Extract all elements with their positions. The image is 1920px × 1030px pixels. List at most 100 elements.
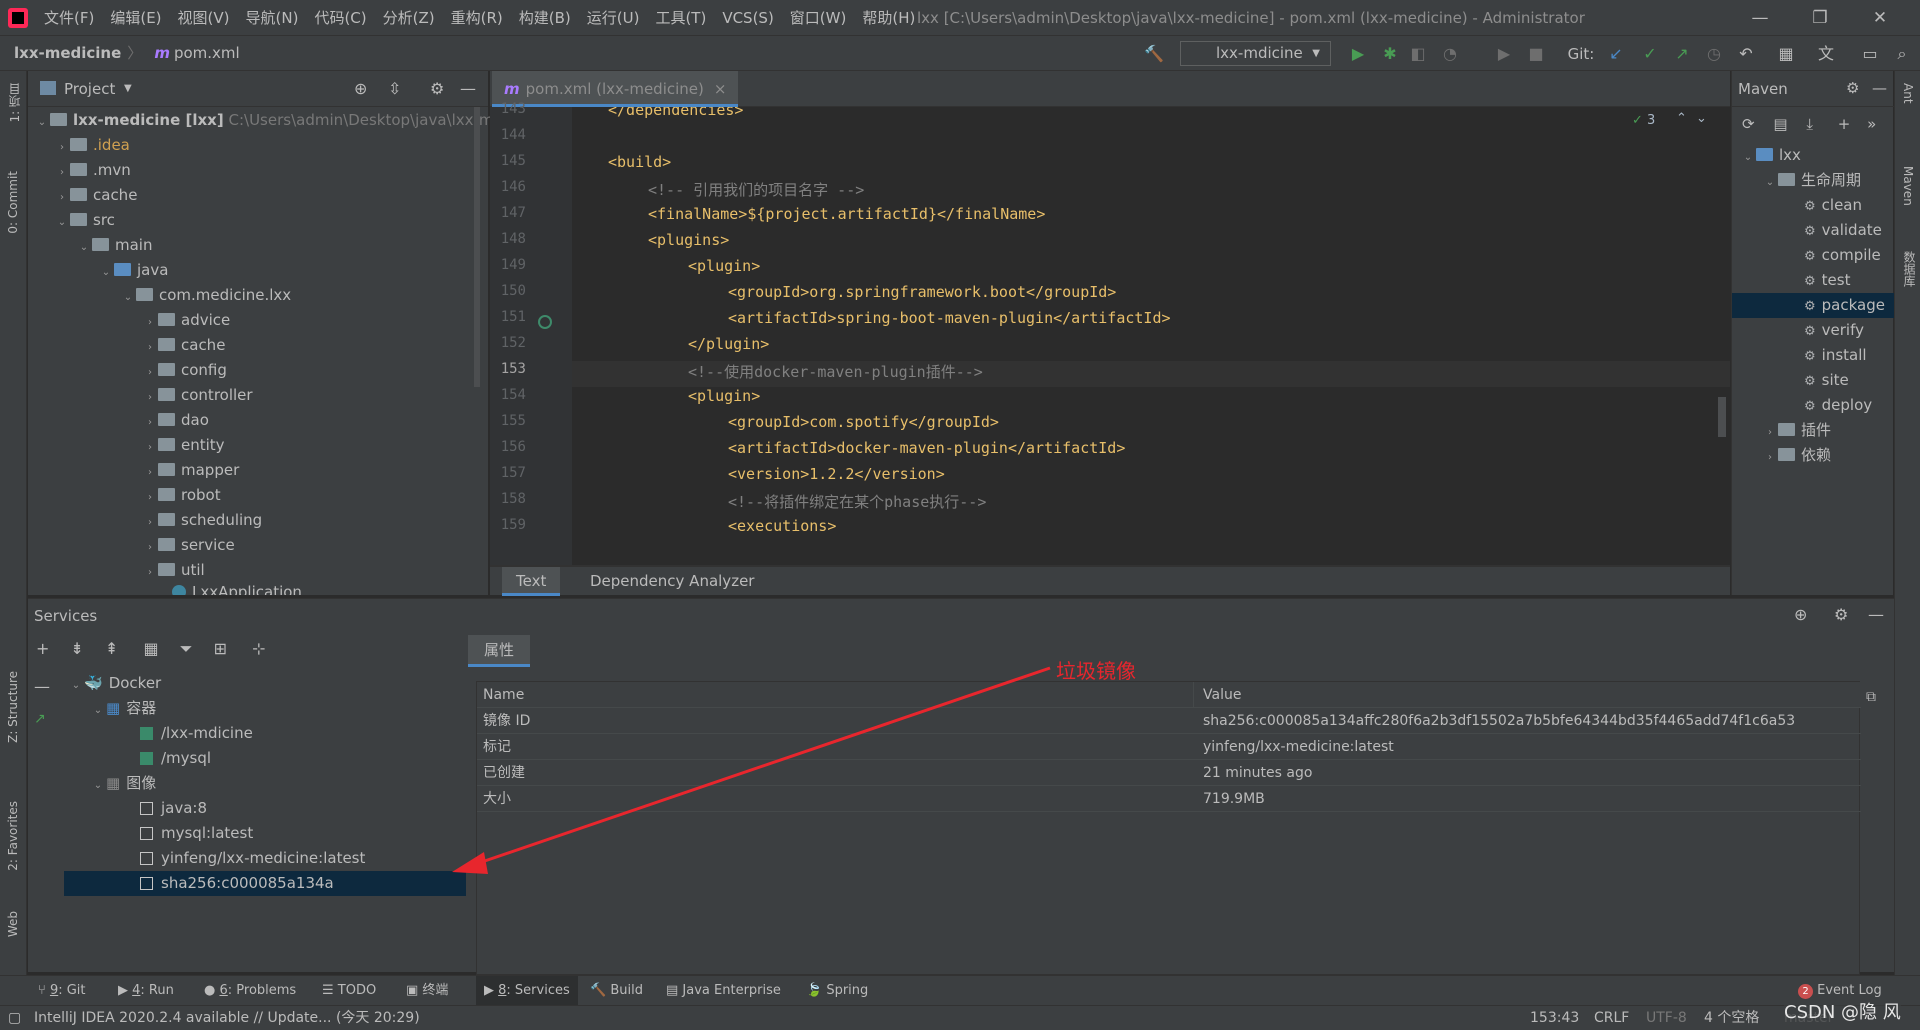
tree-item-idea[interactable]: › .idea: [54, 133, 130, 158]
tree-image-lxx[interactable]: yinfeng/lxx-medicine:latest: [140, 846, 365, 871]
tree-item-cache-pkg[interactable]: › cache: [142, 333, 225, 358]
new-tab-icon[interactable]: ⊞: [214, 639, 227, 658]
debug-icon[interactable]: ✱: [1380, 44, 1400, 64]
tree-item-advice[interactable]: › advice: [142, 308, 230, 333]
tab-git[interactable]: ⑂ 9: Git: [38, 976, 86, 1006]
status-layout-icon[interactable]: ▢: [8, 1006, 21, 1030]
editor-tab-pom[interactable]: m pom.xml (lxx-medicine) ×: [492, 71, 739, 107]
plus-icon[interactable]: +: [1838, 115, 1851, 133]
maven-plugins[interactable]: › 插件: [1762, 418, 1831, 443]
status-line-separator[interactable]: CRLF: [1594, 1006, 1629, 1030]
table-row[interactable]: 标记 yinfeng/lxx-medicine:latest: [477, 734, 1861, 760]
git-update-icon[interactable]: ↙: [1606, 44, 1626, 64]
translate-icon[interactable]: 文: [1816, 44, 1836, 64]
maven-phase-clean[interactable]: ⚙ clean: [1804, 193, 1862, 218]
tree-item-java[interactable]: ⌄ java: [98, 258, 169, 283]
column-value[interactable]: Value: [1203, 682, 1241, 708]
tab-services[interactable]: ▶ 8: Services: [476, 976, 578, 1006]
tree-item-mvn[interactable]: › .mvn: [54, 158, 131, 183]
group-icon[interactable]: ▦: [144, 639, 159, 658]
editor-scrollbar[interactable]: [1718, 397, 1726, 437]
tool-maven[interactable]: Maven: [1901, 166, 1915, 206]
tool-structure[interactable]: Z: Structure: [6, 671, 20, 743]
tree-image-dangling[interactable]: sha256:c000085a134a: [140, 871, 334, 896]
menu-run[interactable]: 运行(U): [579, 0, 648, 36]
tool-web[interactable]: Web: [6, 911, 20, 937]
status-encoding[interactable]: UTF-8: [1646, 1006, 1687, 1030]
chevron-up-icon[interactable]: ⌃: [1676, 111, 1687, 126]
menu-analyze[interactable]: 分析(Z): [375, 0, 443, 36]
breadcrumb-project[interactable]: lxx-medicine: [14, 44, 121, 62]
tree-image-java[interactable]: java:8: [140, 796, 207, 821]
tree-item-dao[interactable]: › dao: [142, 408, 209, 433]
tab-problems[interactable]: ● 6: Problems: [204, 976, 296, 1006]
tab-run[interactable]: ▶ 4: Run: [118, 976, 174, 1006]
menu-vcs[interactable]: VCS(S): [714, 0, 781, 36]
tree-item-src[interactable]: ⌄ src: [54, 208, 115, 233]
tab-terminal[interactable]: ▣ 终端: [406, 976, 448, 1006]
tool-favorites[interactable]: 2: Favorites: [6, 801, 20, 871]
menu-file[interactable]: 文件(F): [36, 0, 102, 36]
tab-spring[interactable]: 🍃 Spring: [806, 976, 868, 1006]
more-icon[interactable]: »: [1867, 115, 1876, 133]
status-indent[interactable]: 4 个空格: [1704, 1006, 1759, 1030]
maven-phase-deploy[interactable]: ⚙ deploy: [1804, 393, 1872, 418]
gear-icon[interactable]: ⚙: [430, 79, 444, 98]
search-icon[interactable]: ⌕: [1892, 44, 1912, 64]
gear-icon[interactable]: ⚙: [1834, 605, 1848, 624]
plus-icon[interactable]: +: [36, 639, 49, 658]
menu-code[interactable]: 代码(C): [306, 0, 374, 36]
table-row[interactable]: 镜像 ID sha256:c000085a134affc280f6a2b3df15…: [477, 708, 1861, 734]
git-commit-icon[interactable]: ✓: [1640, 44, 1660, 64]
close-icon[interactable]: ✕: [1850, 0, 1910, 36]
maven-phase-test[interactable]: ⚙ test: [1804, 268, 1850, 293]
menu-edit[interactable]: 编辑(E): [102, 0, 169, 36]
tree-item-mapper[interactable]: › mapper: [142, 458, 239, 483]
project-panel-title[interactable]: Project: [64, 71, 115, 107]
gear-icon[interactable]: ⚙: [1846, 79, 1859, 97]
maven-dependencies[interactable]: › 依赖: [1762, 443, 1831, 468]
tree-item-main[interactable]: ⌄ main: [76, 233, 153, 258]
menu-navigate[interactable]: 导航(N): [238, 0, 307, 36]
menu-tools[interactable]: 工具(T): [647, 0, 714, 36]
tool-ant[interactable]: Ant: [1901, 83, 1915, 104]
locate-icon[interactable]: ⊕: [354, 79, 367, 98]
project-scrollbar[interactable]: [474, 107, 480, 387]
code-area[interactable]: </dependencies> <build> <!-- 引用我们的项目名字 -…: [572, 107, 1730, 565]
download-icon[interactable]: ⤓: [1806, 115, 1813, 133]
column-name[interactable]: Name: [483, 682, 524, 708]
git-push-icon[interactable]: ↗: [1672, 44, 1692, 64]
tab-text[interactable]: Text: [502, 567, 561, 596]
copy-icon[interactable]: ⧉: [1866, 689, 1876, 705]
tab-todo[interactable]: ☰ TODO: [322, 976, 376, 1006]
deploy-icon[interactable]: ↗: [34, 711, 46, 727]
maven-phase-compile[interactable]: ⚙ compile: [1804, 243, 1881, 268]
maven-root[interactable]: ⌄ lxx: [1740, 143, 1801, 168]
build-hammer-icon[interactable]: 🔨: [1144, 44, 1164, 64]
maven-phase-site[interactable]: ⚙ site: [1804, 368, 1849, 393]
tree-docker[interactable]: ⌄ 🐳 Docker: [68, 671, 161, 696]
add-project-icon[interactable]: ▤: [1773, 115, 1787, 133]
menu-view[interactable]: 视图(V): [170, 0, 238, 36]
layout-icon[interactable]: ▭: [1860, 44, 1880, 64]
hide-icon[interactable]: —: [1868, 605, 1884, 624]
tree-item-cache[interactable]: › cache: [54, 183, 137, 208]
coverage-icon[interactable]: ◧: [1408, 44, 1428, 64]
add-service-icon[interactable]: ⊹: [252, 639, 265, 658]
menu-help[interactable]: 帮助(H): [854, 0, 923, 36]
tree-item-application[interactable]: LxxApplication: [172, 580, 302, 595]
run-configuration-select[interactable]: lxx-mdicine: [1180, 41, 1331, 66]
table-row[interactable]: 大小 719.9MB: [477, 786, 1861, 812]
tree-root[interactable]: ⌄ lxx-medicine [lxx] C:\Users\admin\Deskt…: [34, 108, 503, 133]
collapse-all-icon[interactable]: ⇳: [388, 79, 401, 98]
hide-icon[interactable]: —: [460, 79, 476, 98]
collapse-all-icon[interactable]: ⇞: [105, 639, 118, 658]
tree-container-lxx[interactable]: /lxx-mdicine: [140, 721, 253, 746]
profile-icon[interactable]: ◔: [1440, 44, 1460, 64]
tree-item-controller[interactable]: › controller: [142, 383, 253, 408]
menu-window[interactable]: 窗口(W): [782, 0, 855, 36]
tab-dependency-analyzer[interactable]: Dependency Analyzer: [580, 567, 764, 595]
tree-image-mysql[interactable]: mysql:latest: [140, 821, 253, 846]
chevron-down-icon[interactable]: ⌄: [1696, 111, 1707, 126]
tree-item-scheduling[interactable]: › scheduling: [142, 508, 262, 533]
